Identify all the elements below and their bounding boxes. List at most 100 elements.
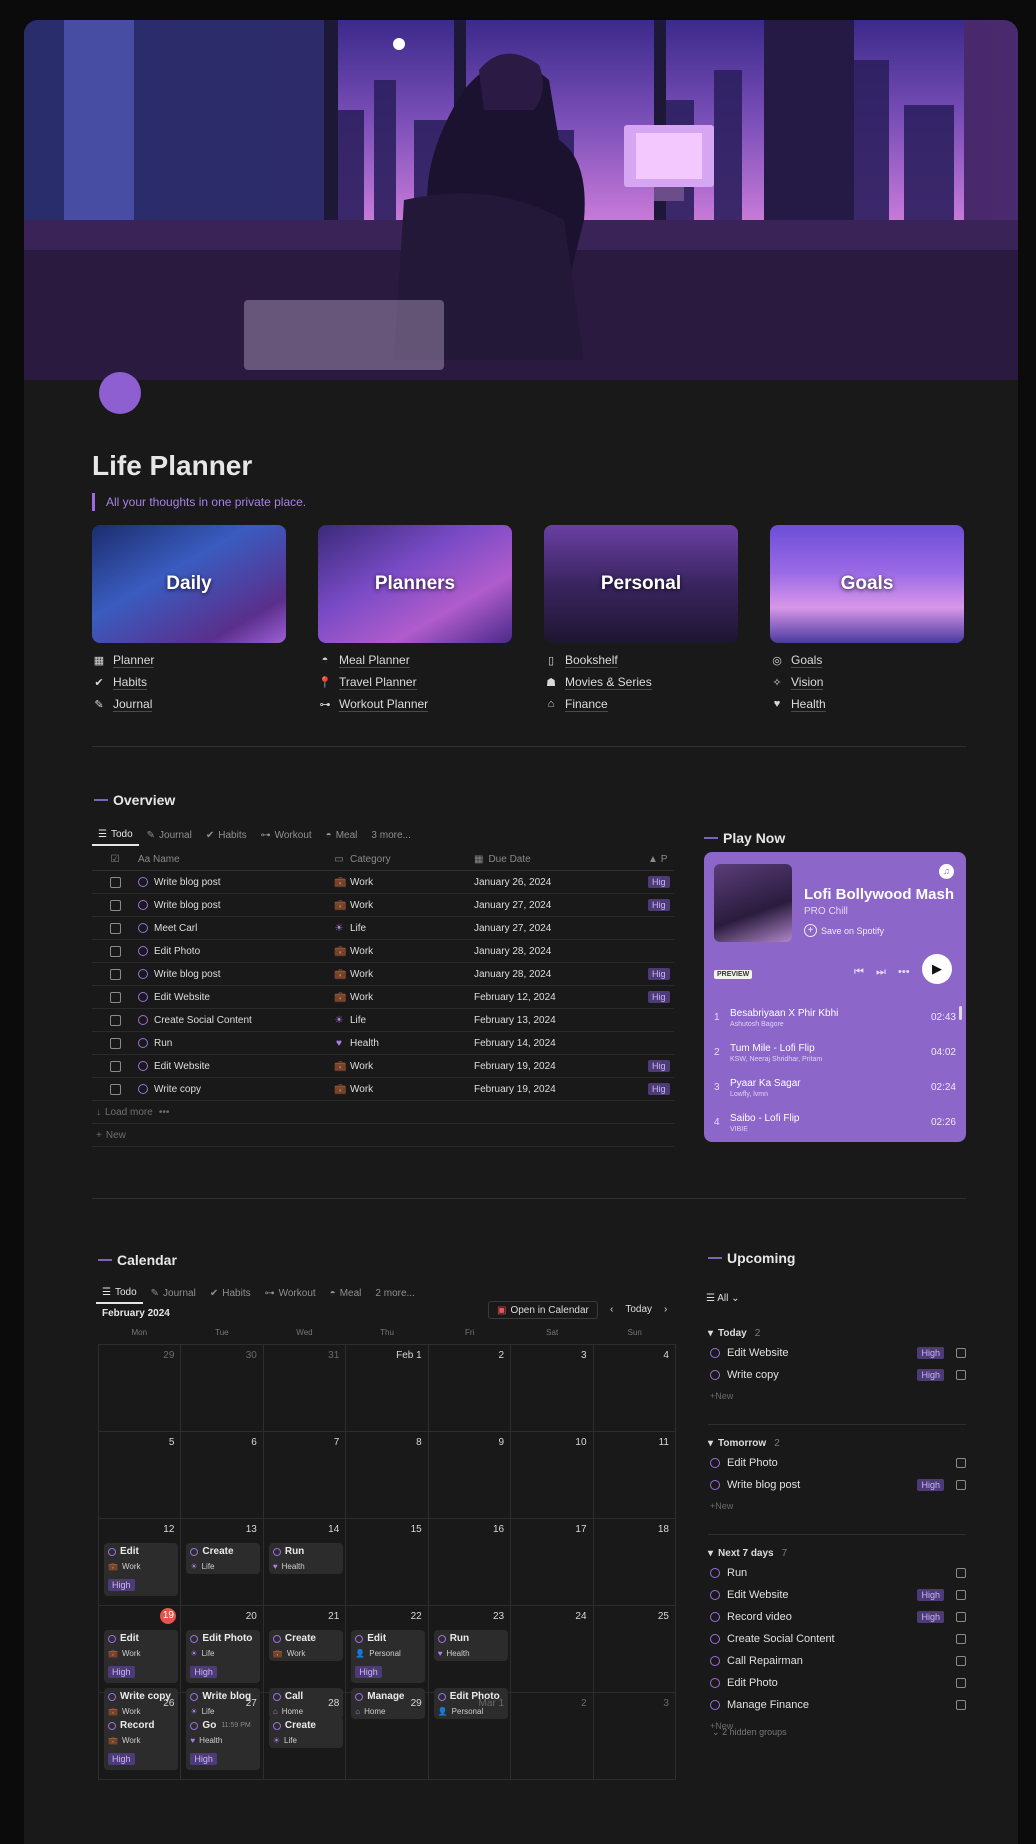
row-checkbox[interactable] bbox=[92, 876, 138, 888]
item-checkbox[interactable] bbox=[956, 1568, 966, 1578]
tab-2-more-[interactable]: 2 more... bbox=[369, 1282, 420, 1304]
item-checkbox[interactable] bbox=[956, 1348, 966, 1358]
calendar-event[interactable]: Create ☀ Life bbox=[268, 1717, 343, 1748]
item-checkbox[interactable] bbox=[956, 1656, 966, 1666]
more-options-icon[interactable]: ••• bbox=[898, 966, 910, 978]
link-health[interactable]: ♥ Health bbox=[770, 693, 964, 715]
row-name[interactable]: Meet Carl bbox=[138, 923, 334, 934]
checkbox[interactable] bbox=[109, 945, 121, 957]
link-journal[interactable]: ✎ Journal bbox=[92, 693, 286, 715]
calendar-day[interactable]: 7 bbox=[263, 1432, 347, 1519]
table-row[interactable]: Run ♥ Health February 14, 2024 bbox=[92, 1032, 674, 1055]
calendar-day[interactable]: 10 bbox=[511, 1432, 594, 1519]
link-travel-planner[interactable]: 📍 Travel Planner bbox=[318, 671, 512, 693]
upcoming-item[interactable]: Write copy High bbox=[708, 1364, 970, 1386]
row-name[interactable]: Write blog post bbox=[138, 900, 334, 911]
upcoming-item[interactable]: Run bbox=[708, 1562, 970, 1584]
row-category[interactable]: 💼 Work bbox=[334, 969, 474, 980]
upcoming-item[interactable]: Edit Website High bbox=[708, 1584, 970, 1606]
link-movies-series[interactable]: ☗ Movies & Series bbox=[544, 671, 738, 693]
upcoming-item[interactable]: Edit Photo bbox=[708, 1452, 970, 1474]
row-checkbox[interactable] bbox=[92, 1037, 138, 1049]
row-due-date[interactable]: January 26, 2024 bbox=[474, 877, 648, 888]
row-checkbox[interactable] bbox=[92, 922, 138, 934]
link-finance[interactable]: ⌂ Finance bbox=[544, 693, 738, 715]
group-header[interactable]: ▾ Tomorrow 2 bbox=[708, 1434, 970, 1452]
row-priority[interactable]: Hig bbox=[648, 876, 674, 888]
item-checkbox[interactable] bbox=[956, 1458, 966, 1468]
tab-todo[interactable]: ☰ Todo bbox=[92, 824, 139, 846]
link-vision[interactable]: ✧ Vision bbox=[770, 671, 964, 693]
calendar-event[interactable]: Run ♥ Health bbox=[268, 1543, 343, 1574]
row-checkbox[interactable] bbox=[92, 1060, 138, 1072]
row-category[interactable]: 💼 Work bbox=[334, 946, 474, 957]
calendar-day[interactable]: 14 Run ♥ Health bbox=[263, 1519, 347, 1606]
calendar-event[interactable]: Edit Photo ☀ Life High bbox=[186, 1630, 261, 1683]
header-category[interactable]: ▭ Category bbox=[334, 854, 474, 865]
scrollbar[interactable] bbox=[959, 1006, 962, 1020]
item-checkbox[interactable] bbox=[956, 1678, 966, 1688]
checkbox[interactable] bbox=[109, 899, 121, 911]
row-category[interactable]: ☀ Life bbox=[334, 1015, 474, 1026]
calendar-event[interactable]: Create ☀ Life bbox=[186, 1543, 261, 1574]
load-more-button[interactable]: ↓ Load more ••• bbox=[92, 1101, 674, 1124]
calendar-day[interactable]: 2 bbox=[428, 1345, 512, 1432]
calendar-day[interactable]: 3 bbox=[511, 1345, 594, 1432]
row-name[interactable]: Write blog post bbox=[138, 877, 334, 888]
row-due-date[interactable]: January 28, 2024 bbox=[474, 946, 648, 957]
row-name[interactable]: Create Social Content bbox=[138, 1015, 334, 1026]
row-category[interactable]: 💼 Work bbox=[334, 1084, 474, 1095]
row-priority[interactable]: Hig bbox=[648, 1060, 674, 1072]
row-priority[interactable]: Hig bbox=[648, 991, 674, 1003]
table-row[interactable]: Edit Website 💼 Work February 12, 2024 Hig bbox=[92, 986, 674, 1009]
row-priority[interactable]: Hig bbox=[648, 1083, 674, 1095]
row-checkbox[interactable] bbox=[92, 991, 138, 1003]
upcoming-item[interactable]: Record video High bbox=[708, 1606, 970, 1628]
row-name[interactable]: Write blog post bbox=[138, 969, 334, 980]
link-meal-planner[interactable]: ◓ Meal Planner bbox=[318, 649, 512, 671]
category-card-personal[interactable]: Personal bbox=[544, 525, 738, 643]
upcoming-filter[interactable]: ☰ All ⌄ bbox=[706, 1293, 740, 1304]
category-card-goals[interactable]: Goals bbox=[770, 525, 964, 643]
upcoming-item[interactable]: Edit Website High bbox=[708, 1342, 970, 1364]
calendar-day[interactable]: 2 bbox=[511, 1693, 594, 1780]
calendar-day[interactable]: 29 bbox=[346, 1693, 429, 1780]
row-due-date[interactable]: January 27, 2024 bbox=[474, 900, 648, 911]
checkbox[interactable] bbox=[109, 1083, 121, 1095]
calendar-day[interactable]: 20Edit Photo☀LifeHighWrite blog☀LifeHigh bbox=[181, 1606, 264, 1741]
calendar-event[interactable]: Record 💼 Work High bbox=[104, 1717, 178, 1770]
calendar-day[interactable]: 17 bbox=[511, 1519, 594, 1606]
item-checkbox[interactable] bbox=[956, 1700, 966, 1710]
track-item[interactable]: 3 Pyaar Ka Sagar Lowfly, lvmn 02:24 bbox=[704, 1070, 966, 1105]
table-row[interactable]: Meet Carl ☀ Life January 27, 2024 bbox=[92, 917, 674, 940]
row-priority[interactable]: Hig bbox=[648, 968, 674, 980]
calendar-day[interactable]: 29 bbox=[99, 1345, 182, 1432]
header-checkbox[interactable]: ☑ bbox=[92, 854, 138, 865]
row-name[interactable]: Edit Website bbox=[138, 1061, 334, 1072]
item-checkbox[interactable] bbox=[956, 1590, 966, 1600]
row-priority[interactable]: Hig bbox=[648, 899, 674, 911]
calendar-day[interactable]: 3 bbox=[593, 1693, 676, 1780]
category-card-planners[interactable]: Planners bbox=[318, 525, 512, 643]
calendar-event[interactable]: Run ♥ Health bbox=[433, 1630, 508, 1661]
row-due-date[interactable]: February 19, 2024 bbox=[474, 1084, 648, 1095]
calendar-day[interactable]: 18 bbox=[593, 1519, 676, 1606]
hidden-groups-toggle[interactable]: ⌄ 2 hidden groups bbox=[712, 1727, 787, 1738]
item-checkbox[interactable] bbox=[956, 1612, 966, 1622]
calendar-day[interactable]: 9 bbox=[428, 1432, 512, 1519]
today-button[interactable]: Today bbox=[625, 1304, 652, 1315]
chevron-left-icon[interactable]: ‹ bbox=[610, 1304, 613, 1315]
play-button[interactable]: ▶ bbox=[922, 954, 952, 984]
row-category[interactable]: 💼 Work bbox=[334, 1061, 474, 1072]
tab-todo[interactable]: ☰ Todo bbox=[96, 1282, 143, 1304]
save-on-spotify-button[interactable]: + Save on Spotify bbox=[804, 924, 884, 937]
calendar-event[interactable]: Edit 💼 Work High bbox=[104, 1630, 178, 1683]
calendar-day[interactable]: 25 bbox=[593, 1606, 676, 1693]
calendar-day[interactable]: 6 bbox=[181, 1432, 264, 1519]
category-card-daily[interactable]: Daily bbox=[92, 525, 286, 643]
calendar-day[interactable]: 19Edit💼WorkHighWrite copy💼WorkHigh bbox=[99, 1606, 182, 1741]
calendar-day[interactable]: 12 Edit 💼 Work High bbox=[99, 1519, 182, 1606]
row-due-date[interactable]: January 27, 2024 bbox=[474, 923, 648, 934]
header-priority[interactable]: ▲ P bbox=[648, 854, 674, 865]
calendar-day[interactable]: 8 bbox=[346, 1432, 429, 1519]
